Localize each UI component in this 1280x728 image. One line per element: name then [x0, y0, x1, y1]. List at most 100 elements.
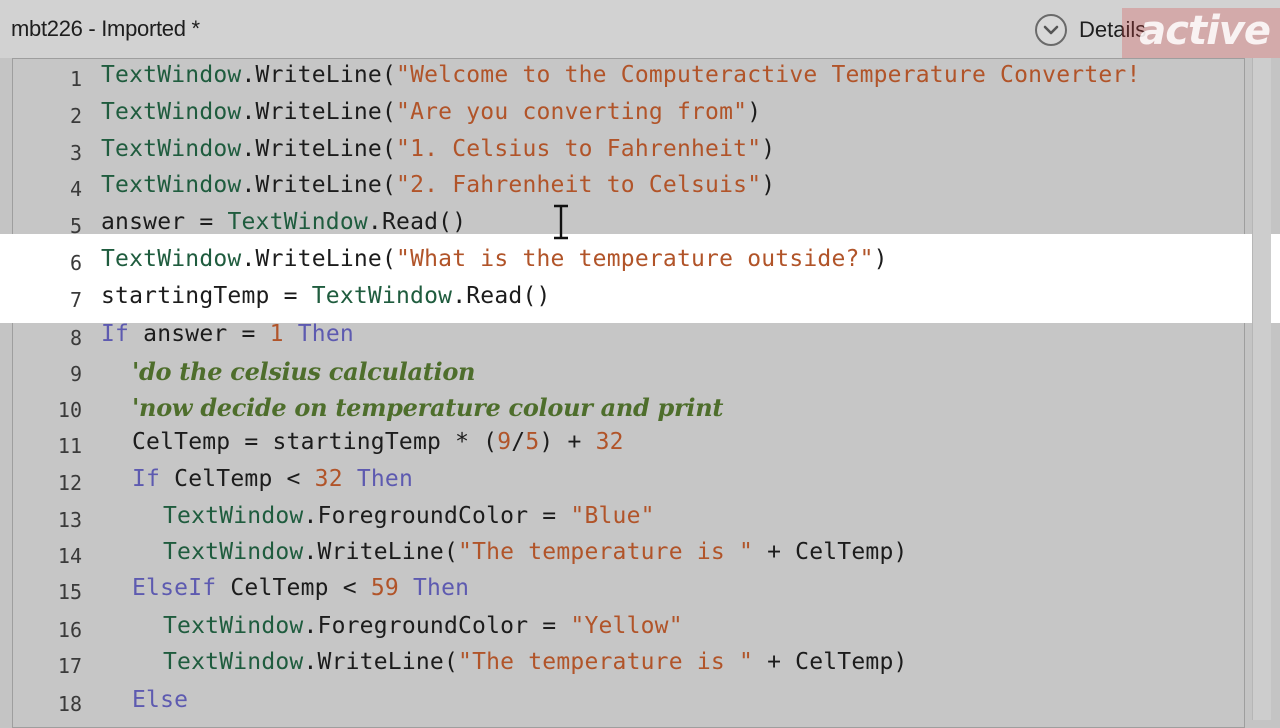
code-token: TextWindow: [227, 209, 368, 235]
line-number: 13: [57, 508, 82, 532]
code-token: 5: [525, 429, 540, 455]
code-token: ): [761, 172, 776, 198]
line-number: 7: [69, 288, 82, 312]
title-bar: mbt226 - Imported * Details active: [0, 0, 1280, 58]
code-token: answer =: [129, 321, 270, 347]
code-token: ): [747, 99, 762, 125]
line-number: 6: [69, 251, 82, 275]
code-line: Else: [132, 687, 188, 713]
code-token: TextWindow: [163, 503, 304, 529]
code-line: TextWindow.WriteLine("2. Fahrenheit to C…: [101, 172, 775, 198]
code-token: TextWindow: [101, 62, 242, 88]
code-token: .ForegroundColor =: [303, 613, 571, 639]
line-number: 12: [57, 471, 82, 495]
line-number: 15: [57, 580, 82, 604]
code-token: ) +: [539, 429, 596, 455]
code-line: CelTemp = startingTemp * (9/5) + 32: [132, 429, 624, 455]
code-token: .WriteLine(: [241, 62, 397, 88]
code-line: startingTemp = TextWindow.Read(): [101, 283, 551, 309]
code-token: If: [101, 321, 130, 347]
line-number: 10: [57, 398, 82, 422]
code-token: .ForegroundColor =: [303, 503, 571, 529]
vertical-scrollbar[interactable]: [1252, 58, 1271, 720]
code-line: TextWindow.ForegroundColor = "Blue": [163, 503, 655, 529]
code-token: "Are you converting from": [396, 99, 748, 125]
chevron-down-icon: [1035, 14, 1067, 46]
code-token: 'do the celsius calculation: [132, 357, 476, 386]
code-token: TextWindow: [101, 246, 242, 272]
line-number: 1: [69, 67, 82, 91]
line-number: 2: [69, 104, 82, 128]
code-token: TextWindow: [101, 99, 242, 125]
code-token: Then: [413, 575, 470, 601]
code-token: TextWindow: [163, 539, 304, 565]
code-token: startingTemp =: [101, 283, 312, 309]
code-line: TextWindow.WriteLine("Welcome to the Com…: [101, 62, 1141, 88]
code-token: ): [873, 246, 888, 272]
code-token: answer =: [101, 209, 228, 235]
line-number: 3: [69, 141, 82, 165]
line-number: 18: [57, 692, 82, 716]
line-number: 8: [69, 326, 82, 350]
code-line: If answer = 1 Then: [101, 321, 354, 347]
code-token: .Read(): [452, 283, 551, 309]
code-token: "The temperature is ": [458, 539, 754, 565]
code-token: TextWindow: [101, 136, 242, 162]
code-token: TextWindow: [163, 649, 304, 675]
code-token: .WriteLine(: [241, 99, 397, 125]
code-token: .WriteLine(: [241, 246, 397, 272]
code-token: + CelTemp): [753, 649, 908, 675]
code-line: 'do the celsius calculation: [132, 357, 475, 386]
code-token: 9: [497, 429, 512, 455]
code-token: /: [511, 429, 526, 455]
code-token: Then: [297, 321, 354, 347]
code-token: .WriteLine(: [241, 172, 397, 198]
line-number: 9: [69, 362, 82, 386]
code-token: ): [761, 136, 776, 162]
code-token: "Yellow": [570, 613, 683, 639]
code-token: .WriteLine(: [303, 649, 459, 675]
code-token: 32: [595, 429, 624, 455]
line-number: 17: [57, 654, 82, 678]
code-token: 'now decide on temperature colour and pr…: [132, 393, 724, 422]
code-line: TextWindow.WriteLine("The temperature is…: [163, 649, 908, 675]
code-token: "What is the temperature outside?": [396, 246, 874, 272]
code-token: "Welcome to the Computeractive Temperatu…: [396, 62, 1141, 88]
code-token: Then: [356, 466, 414, 492]
line-number: 16: [57, 618, 82, 642]
code-line: TextWindow.WriteLine("Are you converting…: [101, 99, 761, 125]
code-token: .Read(): [367, 209, 467, 235]
code-token: CelTemp = startingTemp * (: [132, 429, 498, 455]
watermark-logo: active: [1122, 8, 1280, 58]
code-line: TextWindow.WriteLine("What is the temper…: [101, 246, 888, 272]
code-token: Else: [132, 687, 189, 713]
code-token: "The temperature is ": [458, 649, 754, 675]
code-line: ElseIf CelTemp < 59 Then: [132, 575, 469, 601]
line-number: 11: [57, 434, 82, 458]
code-token: TextWindow: [101, 172, 242, 198]
code-token: 1: [269, 321, 284, 347]
line-number: 14: [57, 544, 82, 568]
code-line: TextWindow.WriteLine("1. Celsius to Fahr…: [101, 136, 775, 162]
code-token: TextWindow: [163, 613, 304, 639]
watermark-text: active: [1139, 8, 1271, 54]
text-cursor-icon: [554, 204, 568, 240]
code-token: .WriteLine(: [303, 539, 459, 565]
code-token: "1. Celsius to Fahrenheit": [396, 136, 762, 162]
code-token: "Blue": [570, 503, 655, 529]
code-line: 'now decide on temperature colour and pr…: [132, 393, 723, 422]
code-token: If: [132, 466, 161, 492]
code-token: TextWindow: [311, 283, 453, 309]
line-number: 5: [69, 214, 82, 238]
code-token: 59: [370, 575, 399, 601]
code-token: "2. Fahrenheit to Celsuis": [396, 172, 762, 198]
code-line: TextWindow.ForegroundColor = "Yellow": [163, 613, 683, 639]
code-token: .WriteLine(: [241, 136, 397, 162]
code-line: If CelTemp < 32 Then: [132, 466, 413, 492]
code-token: CelTemp <: [160, 466, 315, 492]
code-token: 32: [314, 466, 343, 492]
code-token: ElseIf: [132, 575, 217, 601]
